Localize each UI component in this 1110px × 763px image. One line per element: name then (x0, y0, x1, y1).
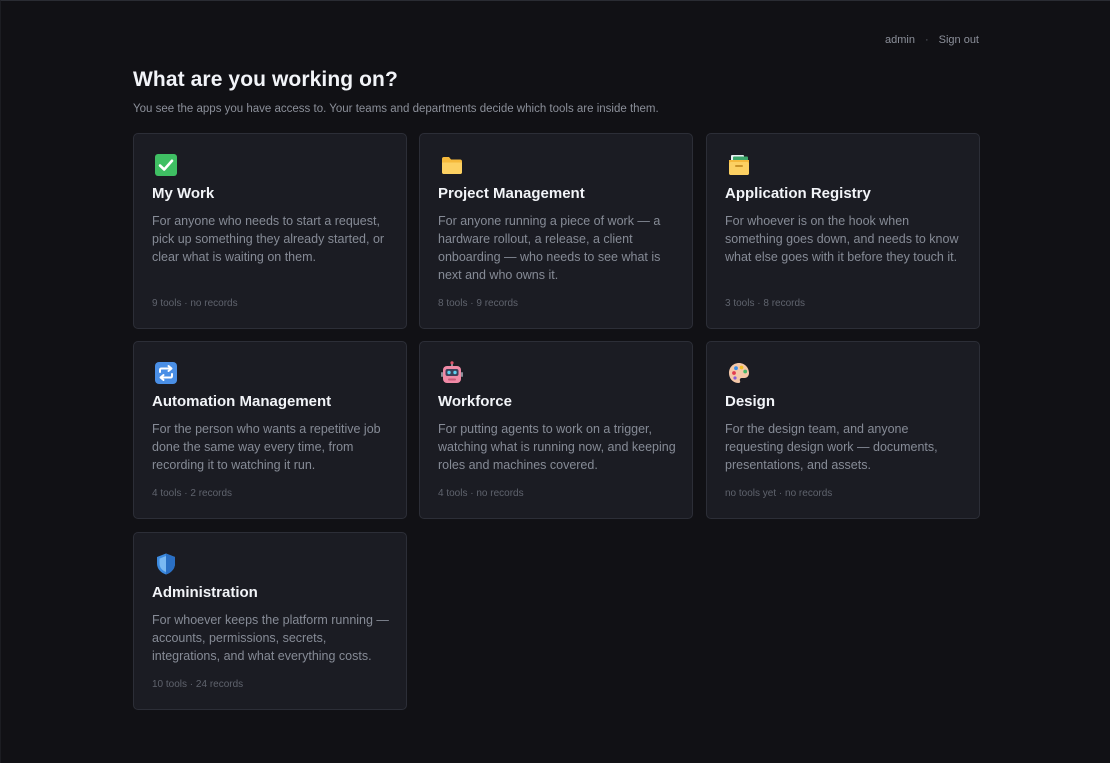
page-header: What are you working on? You see the app… (133, 67, 980, 117)
sign-out-link[interactable]: Sign out (939, 34, 979, 46)
card-description: For the person who wants a repetitive jo… (152, 422, 381, 472)
card-meta: no tools yet · no records (725, 488, 833, 499)
user-name: admin (884, 34, 915, 46)
card-title: Administration (152, 584, 258, 601)
app-card-project-management[interactable]: Project Management For anyone running a … (419, 133, 693, 329)
app-card-workforce[interactable]: Workforce For putting agents to work on … (419, 341, 693, 519)
card-title: Project Management (438, 185, 585, 202)
card-description: For whoever is on the hook when somethin… (725, 214, 959, 264)
app-card-my-work[interactable]: My Work For anyone who needs to start a … (133, 133, 407, 329)
card-meta: 9 tools · no records (152, 298, 238, 309)
card-meta: 3 tools · 8 records (725, 298, 806, 309)
top-bar: admin · Sign out (885, 34, 979, 46)
card-description: For the design team, and anyone requesti… (725, 422, 938, 472)
card-description: For anyone who needs to start a request,… (152, 214, 385, 264)
separator: · (924, 34, 929, 46)
page-subtitle: You see the apps you have access to. You… (133, 103, 659, 115)
card-title: Workforce (438, 393, 512, 410)
card-description: For putting agents to work on a trigger,… (438, 422, 676, 472)
card-meta: 4 tools · no records (438, 488, 524, 499)
card-title: Design (725, 393, 776, 410)
app-card-automation-management[interactable]: Automation Management For the person who… (133, 341, 407, 519)
card-title: Automation Management (152, 393, 332, 410)
app-card-design[interactable]: Design For the design team, and anyone r… (706, 341, 980, 519)
card-description: For anyone running a piece of work — a h… (438, 214, 661, 282)
robot-icon (440, 361, 464, 385)
card-description: For whoever keeps the platform running —… (152, 613, 389, 663)
card-meta: 8 tools · 9 records (438, 298, 519, 309)
shield-icon (154, 552, 178, 576)
check-box-icon (154, 153, 178, 177)
card-title: My Work (152, 185, 215, 202)
folder-icon (440, 153, 464, 177)
card-file-box-icon (727, 153, 751, 177)
card-meta: 4 tools · 2 records (152, 488, 233, 499)
repeat-arrows-icon (154, 361, 178, 385)
app-card-application-registry[interactable]: Application Registry For whoever is on t… (706, 133, 980, 329)
page-title: What are you working on? (133, 68, 398, 91)
app-window: admin · Sign out What are you working on… (0, 0, 1110, 763)
card-title: Application Registry (725, 185, 871, 202)
card-meta: 10 tools · 24 records (152, 679, 244, 690)
palette-icon (727, 361, 751, 385)
app-card-administration[interactable]: Administration For whoever keeps the pla… (133, 532, 407, 710)
